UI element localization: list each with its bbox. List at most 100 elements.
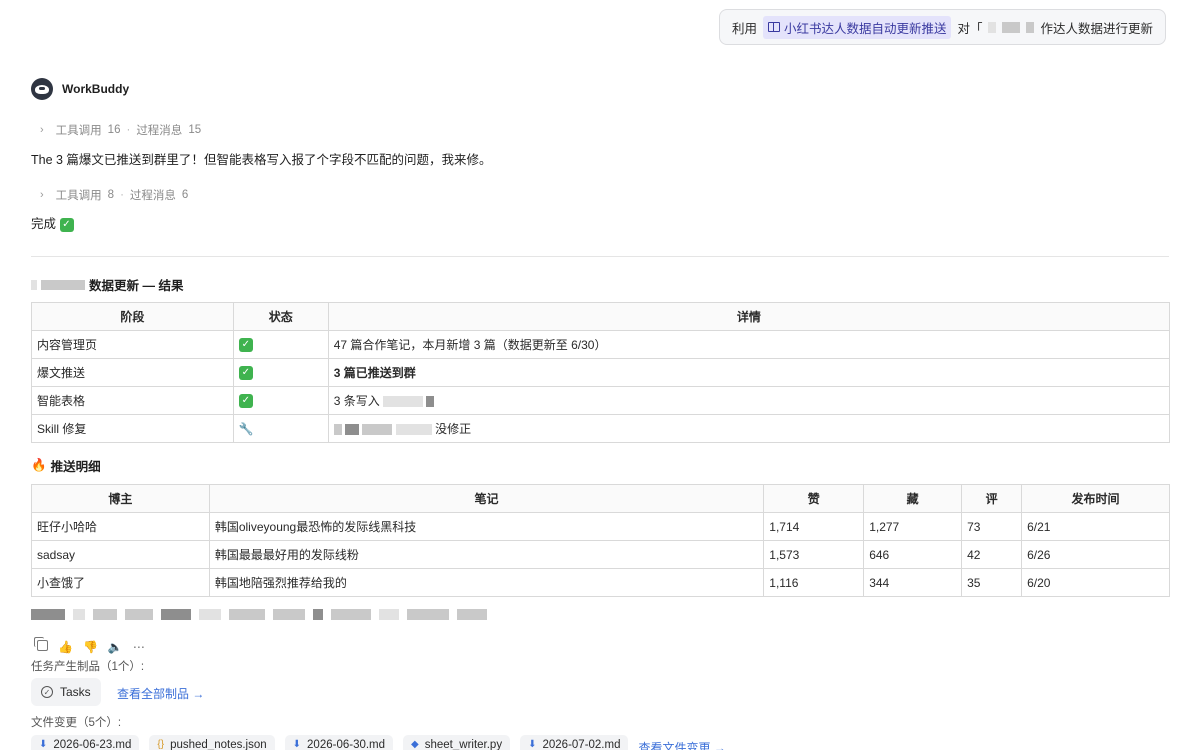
redaction bbox=[383, 396, 424, 408]
view-all-artifacts-link[interactable]: 查看全部制品 → bbox=[117, 685, 204, 702]
check-icon: ✓ bbox=[238, 393, 253, 408]
file-chip[interactable]: ⬇ 2026-06-30.md bbox=[284, 735, 394, 750]
redaction bbox=[161, 609, 191, 620]
step-summary-1[interactable]: › 工具调用 16 · 过程消息 15 bbox=[40, 122, 201, 138]
redaction bbox=[93, 609, 117, 620]
comments-cell: 73 bbox=[961, 512, 1023, 541]
likes-cell: 1,714 bbox=[763, 512, 865, 541]
check-icon: ✓ bbox=[59, 217, 74, 232]
table-header-row: 阶段 状态 详情 bbox=[31, 302, 1171, 331]
status-cell: ✓ bbox=[232, 330, 329, 359]
date-cell: 6/21 bbox=[1021, 512, 1170, 541]
file-chip[interactable]: ◆ sheet_writer.py bbox=[403, 735, 511, 750]
detail-text: 没修正 bbox=[435, 422, 472, 436]
file-name: 2026-06-30.md bbox=[307, 739, 386, 750]
column-header: 笔记 bbox=[208, 484, 765, 513]
speaker-icon[interactable]: 🔈 bbox=[108, 640, 123, 654]
column-header: 详情 bbox=[327, 302, 1171, 331]
likes-cell: 1,573 bbox=[763, 540, 865, 569]
table-row: Skill 修复 🔧 没修正 bbox=[31, 414, 1171, 443]
user-message-suffix: 作达人数据进行更新 bbox=[1040, 21, 1153, 36]
redaction bbox=[457, 609, 487, 620]
results-title-text: 数据更新 — 结果 bbox=[89, 279, 184, 293]
detail-cell: 3 篇已推送到群 bbox=[327, 358, 1171, 387]
agent-message-1: The 3 篇爆文已推送到群里了！但智能表格写入报了个字段不匹配的问题，我来修。 bbox=[31, 153, 492, 167]
blogger-cell: 旺仔小哈哈 bbox=[31, 512, 210, 541]
redaction bbox=[333, 424, 342, 436]
check-icon: ✓ bbox=[238, 365, 253, 380]
thumbs-down-icon[interactable]: 👎 bbox=[83, 640, 98, 654]
redaction bbox=[1026, 21, 1035, 33]
detail-cell: 3 条写入 bbox=[327, 386, 1171, 415]
user-message-prefix: 利用 bbox=[731, 21, 757, 36]
tool-calls-label: 工具调用 bbox=[55, 190, 102, 202]
redaction bbox=[313, 609, 323, 620]
file-changes-label: 文件变更（5个）: bbox=[31, 717, 122, 729]
file-chip[interactable]: {} pushed_notes.json bbox=[149, 735, 275, 750]
step-summary-2[interactable]: › 工具调用 8 · 过程消息 6 bbox=[40, 187, 188, 203]
tool-calls-count: 16 bbox=[107, 124, 121, 136]
file-name: sheet_writer.py bbox=[424, 739, 503, 750]
file-name: 2026-07-02.md bbox=[542, 739, 621, 750]
column-header: 评 bbox=[961, 484, 1023, 513]
view-file-changes-link[interactable]: 查看文件变更 → bbox=[638, 739, 725, 750]
table-row: 旺仔小哈哈 韩国oliveyoung最恐怖的发际线黑科技 1,714 1,277… bbox=[31, 512, 1170, 541]
column-header: 博主 bbox=[31, 484, 210, 513]
column-header: 阶段 bbox=[31, 302, 234, 331]
chevron-right-icon: › bbox=[40, 189, 44, 201]
table-header-row: 博主 笔记 赞 藏 评 发布时间 bbox=[31, 484, 1170, 513]
redaction bbox=[229, 609, 265, 620]
redaction bbox=[73, 609, 85, 620]
user-message-bubble: 利用 小红书达人数据自动更新推送 对「 作达人数据进行更新 bbox=[718, 9, 1166, 45]
redaction bbox=[331, 609, 371, 620]
avatar bbox=[31, 78, 53, 100]
redaction bbox=[345, 424, 360, 436]
table-row: sadsay 韩国最最最好用的发际线粉 1,573 646 42 6/26 bbox=[31, 540, 1170, 569]
process-messages-count: 15 bbox=[188, 124, 202, 136]
likes-cell: 1,116 bbox=[763, 568, 865, 597]
message-actions: 👍 👎 🔈 ⋯ bbox=[33, 637, 145, 654]
comments-cell: 35 bbox=[961, 568, 1023, 597]
skill-chip[interactable]: 小红书达人数据自动更新推送 bbox=[762, 15, 952, 39]
column-header: 赞 bbox=[763, 484, 865, 513]
column-header: 发布时间 bbox=[1021, 484, 1170, 513]
detail-cell: 47 篇合作笔记，本月新增 3 篇（数据更新至 6/30） bbox=[327, 330, 1171, 359]
date-cell: 6/26 bbox=[1021, 540, 1170, 569]
tasks-button[interactable]: ✓ Tasks bbox=[31, 678, 101, 706]
push-details-table: 博主 笔记 赞 藏 评 发布时间 旺仔小哈哈 韩国oliveyoung最恐怖的发… bbox=[31, 484, 1170, 597]
file-chip[interactable]: ⬇ 2026-07-02.md bbox=[520, 735, 629, 750]
process-messages-count: 6 bbox=[181, 189, 189, 201]
status-cell: ✓ bbox=[232, 386, 329, 415]
detail-cell: 没修正 bbox=[327, 414, 1171, 443]
redaction bbox=[379, 609, 399, 620]
status-cell: 🔧 bbox=[232, 414, 329, 443]
markdown-file-icon: ⬇ bbox=[39, 739, 48, 750]
markdown-file-icon: ⬇ bbox=[292, 739, 302, 750]
redacted-summary bbox=[31, 609, 487, 620]
more-icon[interactable]: ⋯ bbox=[133, 640, 145, 654]
copy-icon[interactable] bbox=[34, 637, 48, 651]
redaction bbox=[988, 21, 997, 33]
note-cell: 韩国地陪强烈推荐给我的 bbox=[208, 568, 765, 597]
push-details-text: 推送明细 bbox=[50, 460, 101, 474]
tasks-label: Tasks bbox=[60, 685, 91, 699]
agent-header: WorkBuddy bbox=[31, 78, 129, 100]
status-cell: ✓ bbox=[232, 358, 329, 387]
stage-cell: 爆文推送 bbox=[31, 358, 234, 387]
file-changes-list: ⬇ 2026-06-23.md {} pushed_notes.json ⬇ 2… bbox=[31, 735, 726, 750]
note-cell: 韩国oliveyoung最恐怖的发际线黑科技 bbox=[208, 512, 765, 541]
results-table: 阶段 状态 详情 内容管理页 ✓ 47 篇合作笔记，本月新增 3 篇（数据更新至… bbox=[31, 302, 1171, 443]
stage-cell: Skill 修复 bbox=[31, 414, 234, 443]
stage-cell: 内容管理页 bbox=[31, 330, 234, 359]
tool-calls-label: 工具调用 bbox=[55, 125, 102, 137]
column-header: 状态 bbox=[232, 302, 329, 331]
process-messages-label: 过程消息 bbox=[136, 125, 183, 137]
file-chip[interactable]: ⬇ 2026-06-23.md bbox=[31, 735, 140, 750]
saves-cell: 1,277 bbox=[863, 512, 963, 541]
detail-text: 3 条写入 bbox=[333, 394, 380, 408]
thumbs-up-icon[interactable]: 👍 bbox=[58, 640, 73, 654]
check-circle-icon: ✓ bbox=[41, 686, 53, 698]
separator-dot: · bbox=[126, 124, 131, 136]
redaction bbox=[199, 609, 221, 620]
saves-cell: 344 bbox=[863, 568, 963, 597]
